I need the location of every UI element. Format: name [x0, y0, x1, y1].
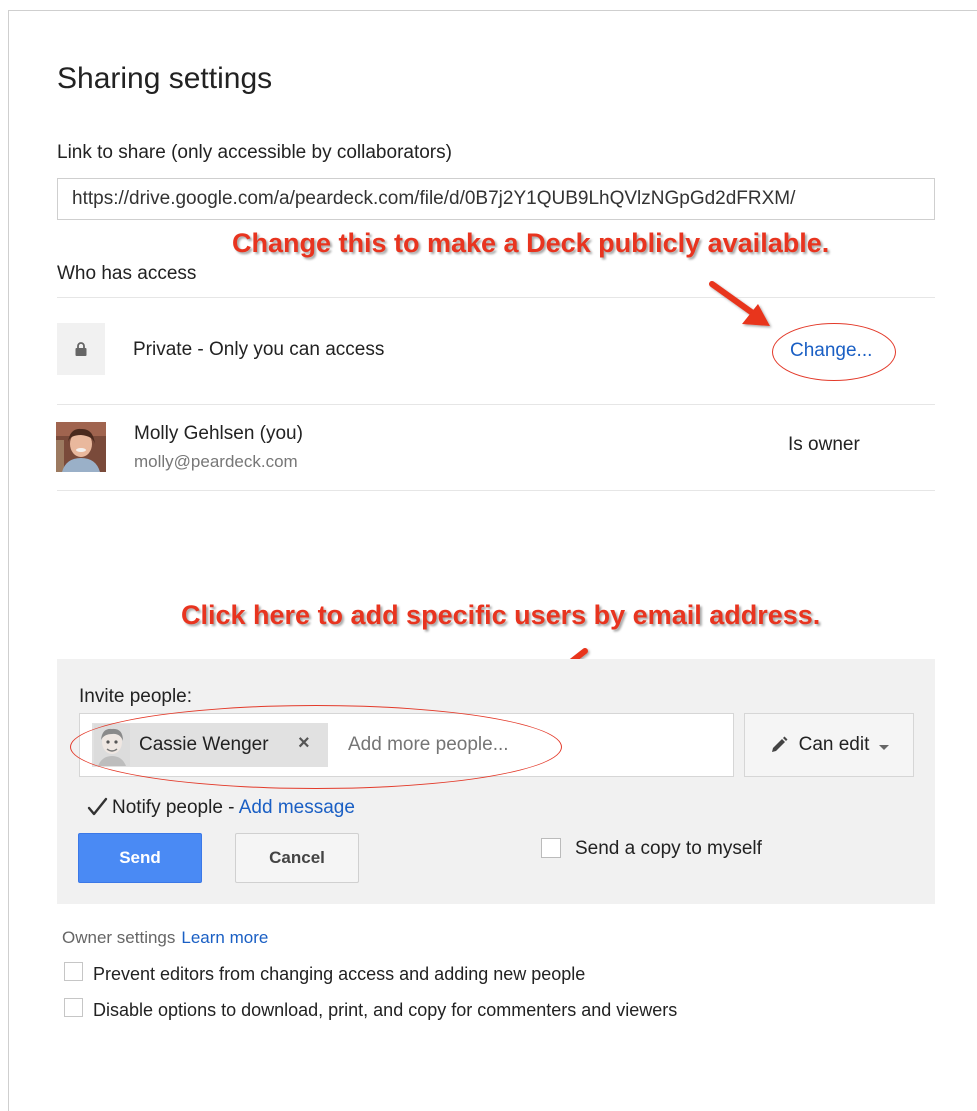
chevron-down-icon: [879, 744, 890, 750]
add-message-link[interactable]: Add message: [239, 797, 355, 818]
invite-label: Invite people:: [79, 686, 193, 707]
pencil-icon: [771, 736, 788, 752]
cancel-button[interactable]: Cancel: [235, 833, 359, 883]
permission-label: Can edit: [798, 734, 870, 755]
learn-more-link[interactable]: Learn more: [181, 928, 268, 947]
notify-text: Notify people -: [112, 797, 239, 818]
prevent-editors-checkbox[interactable]: [64, 962, 83, 981]
annotation-arrows: [522, 281, 770, 698]
send-button[interactable]: Send: [78, 833, 202, 883]
prevent-editors-label: Prevent editors from changing access and…: [93, 964, 586, 984]
invite-highlight-ellipse: [70, 705, 562, 789]
disable-download-checkbox[interactable]: [64, 998, 83, 1017]
send-copy-label: Send a copy to myself: [575, 838, 762, 859]
checkmark-icon: [87, 797, 108, 816]
permission-dropdown[interactable]: Can edit: [744, 713, 914, 777]
annotation-change-hint: Change this to make a Deck publicly avai…: [232, 228, 830, 258]
disable-download-label: Disable options to download, print, and …: [93, 1000, 678, 1020]
owner-settings-text: Owner settings: [62, 928, 176, 947]
owner-settings-label: Owner settings Learn more: [62, 928, 268, 948]
notify-checkbox[interactable]: [86, 797, 108, 819]
arrow-icon: [709, 281, 770, 326]
notify-people-label: Notify people - Add message: [112, 797, 355, 819]
annotation-invite-hint: Click here to add specific users by emai…: [181, 600, 821, 630]
send-copy-checkbox[interactable]: [541, 838, 561, 858]
